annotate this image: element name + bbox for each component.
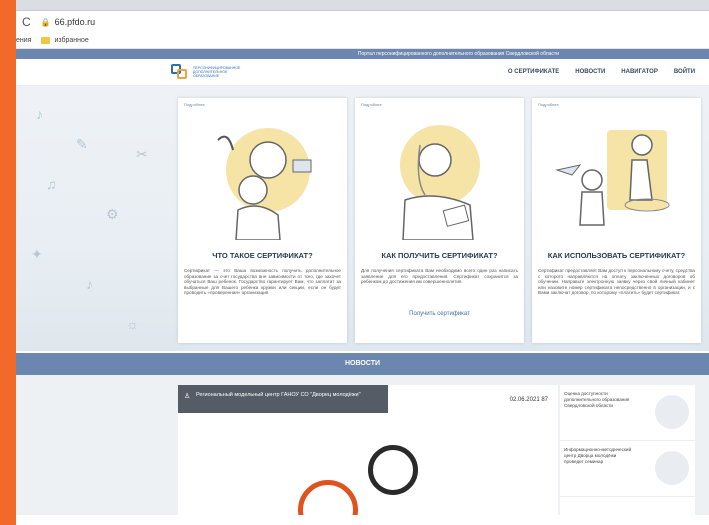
circle-icon [298, 480, 358, 515]
list-item[interactable]: Информационно-методический центр Дворца … [560, 441, 695, 497]
logo-mark-icon [171, 64, 189, 80]
news-item-text: Оценка доступности дополнительного образ… [564, 391, 630, 408]
news-side-list: Оценка доступности дополнительного образ… [560, 385, 695, 515]
card-title: ЧТО ТАКОЕ СЕРТИФИКАТ? [212, 251, 313, 260]
folder-icon [41, 37, 51, 44]
url-text[interactable]: 66.pfdo.ru [55, 17, 96, 27]
lock-icon[interactable]: 🔒 [41, 18, 51, 27]
portal-title-bar: Портал персонифицированного дополнительн… [16, 49, 709, 59]
news-section-bar: НОВОСТИ [16, 353, 709, 375]
info-cards: Подробнее ЧТО ТАКОЕ СЕРТИФИКАТ? Сертифик… [178, 98, 701, 343]
reload-icon[interactable]: C [22, 15, 31, 29]
list-item[interactable]: Оценка доступности дополнительного образ… [560, 385, 695, 441]
news-heading: НОВОСТИ [344, 360, 380, 367]
doodle-icon: ✂ [136, 146, 148, 162]
more-link[interactable]: Подробнее [361, 102, 518, 107]
get-certificate-link[interactable]: Получить сертификат [355, 311, 524, 317]
news-source-text: Региональный модельный центр ГАНОУ СО "Д… [196, 392, 361, 398]
doodle-icon: ♫ [46, 176, 57, 192]
woman-writing-illustration [400, 125, 480, 240]
main-nav: О СЕРТИФИКАТЕ НОВОСТИ НАВИГАТОР ВОЙТИ [508, 69, 695, 75]
card-what-is-certificate[interactable]: Подробнее ЧТО ТАКОЕ СЕРТИФИКАТ? Сертифик… [178, 98, 347, 343]
news-source-tag: ♙ Региональный модельный центр ГАНОУ СО … [178, 385, 388, 413]
logo-caption: ПЕРСОНИФИЦИРОВАННОЕ ДОПОЛНИТЕЛЬНОЕ ОБРАЗ… [193, 66, 241, 78]
site-logo[interactable]: ПЕРСОНИФИЦИРОВАННОЕ ДОПОЛНИТЕЛЬНОЕ ОБРАЗ… [171, 64, 253, 80]
portal-title: Портал персонифицированного дополнительн… [357, 51, 559, 57]
browser-window: C 🔒 66.pfdo.ru ения избранное Портал пер… [16, 0, 709, 525]
doodle-icon: ⚙ [106, 206, 119, 222]
bookmarks-bar: ения избранное [16, 33, 709, 49]
card-how-to-get[interactable]: Подробнее КАК ПОЛУЧИТЬ СЕРТИФИКАТ? Для п… [355, 98, 524, 343]
smiley-icon [368, 445, 418, 495]
site-header: ПЕРСОНИФИЦИРОВАННОЕ ДОПОЛНИТЕЛЬНОЕ ОБРАЗ… [16, 59, 709, 86]
children-activities-illustration [555, 130, 670, 226]
news-section: ♙ Региональный модельный центр ГАНОУ СО … [16, 375, 709, 515]
nav-about-certificate[interactable]: О СЕРТИФИКАТЕ [508, 69, 559, 75]
person-icon: ♙ [184, 393, 191, 400]
doodle-icon: ♪ [36, 106, 43, 122]
doodle-icon: ♪ [86, 276, 93, 292]
address-bar[interactable]: C 🔒 66.pfdo.ru [16, 11, 709, 33]
card-text: Сертификат предоставляет Вам доступ к пе… [538, 268, 695, 296]
nav-login[interactable]: ВОЙТИ [674, 69, 695, 75]
card-text: Сертификат — это Ваша возможность получи… [184, 268, 341, 296]
doodle-icon: ✎ [76, 136, 88, 152]
bookmark-folder[interactable]: избранное [54, 37, 88, 44]
card-how-to-use[interactable]: Подробнее КАК ИСПОЛЬЗОВАТЬ СЕРТИФИКАТ? С… [532, 98, 701, 343]
doodle-icon: ☼ [126, 316, 139, 332]
nav-news[interactable]: НОВОСТИ [575, 69, 605, 75]
tab-strip[interactable] [16, 0, 709, 11]
hero-section: ♪ ✎ ♫ ⚙ ✦ ♪ ✂ ☼ ♫ ✎ ⚙ Подробнее ЧТО ТАКО… [16, 86, 709, 351]
mother-child-illustration [217, 128, 312, 240]
card-text: Для получения сертификата Вам необходимо… [361, 268, 518, 285]
news-thumbnail [655, 451, 689, 485]
more-link[interactable]: Подробнее [184, 102, 341, 107]
news-date-views: 02.06.2021 87 [509, 397, 548, 403]
bookmark-item[interactable]: ения [16, 37, 31, 44]
news-thumbnail [655, 395, 689, 429]
card-title: КАК ИСПОЛЬЗОВАТЬ СЕРТИФИКАТ? [547, 251, 686, 260]
more-link[interactable]: Подробнее [538, 102, 695, 107]
nav-navigator[interactable]: НАВИГАТОР [621, 69, 658, 75]
news-item-text: Информационно-методический центр Дворца … [564, 447, 632, 464]
featured-news-card[interactable]: ♙ Региональный модельный центр ГАНОУ СО … [178, 385, 558, 515]
doodle-icon: ✦ [31, 246, 43, 262]
card-title: КАК ПОЛУЧИТЬ СЕРТИФИКАТ? [381, 251, 498, 260]
